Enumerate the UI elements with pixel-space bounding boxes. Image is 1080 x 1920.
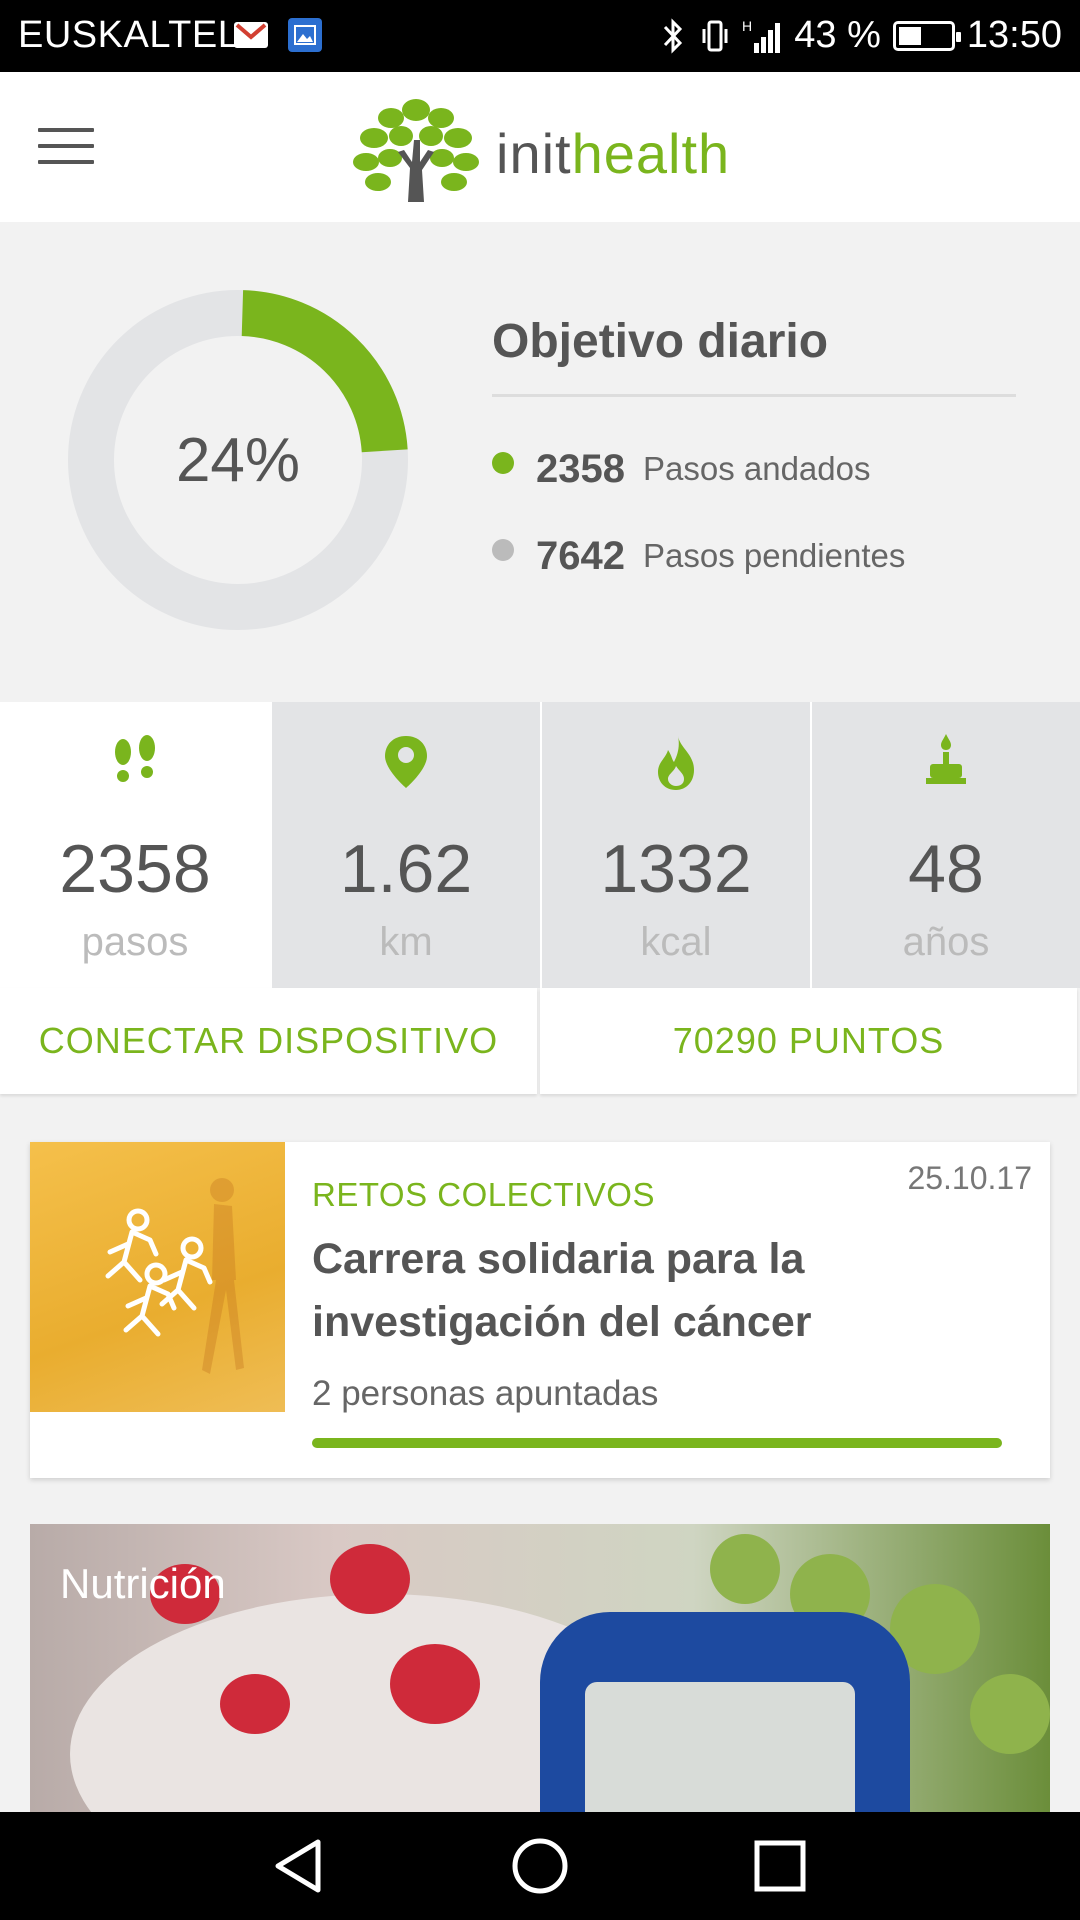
- stat-distance-unit: km: [379, 920, 433, 964]
- objective-divider: [492, 394, 1016, 397]
- signal-icon: H: [742, 18, 781, 53]
- glucose-meter-photo: [540, 1612, 910, 1812]
- challenge-progress-fill: [312, 1438, 1002, 1448]
- stat-age-value: 48: [908, 831, 984, 907]
- clock: 13:50: [966, 14, 1062, 56]
- pending-steps-label: Pasos pendientes: [642, 537, 906, 574]
- stat-steps[interactable]: 2358 pasos: [0, 702, 270, 988]
- flame-icon: [542, 732, 810, 792]
- app-header: inithealth: [0, 72, 1080, 222]
- points-button[interactable]: 70290 PUNTOS: [540, 988, 1077, 1094]
- status-icons: H 43 % 13:50: [658, 14, 1062, 57]
- gallery-icon: [288, 18, 322, 52]
- pending-dot-icon: [492, 539, 514, 561]
- nutrition-card[interactable]: Nutrición: [30, 1524, 1050, 1812]
- stat-steps-value: 2358: [59, 831, 211, 907]
- walked-steps-label: Pasos andados: [642, 450, 871, 487]
- stat-calories[interactable]: 1332 kcal: [540, 702, 810, 988]
- stat-steps-unit: pasos: [81, 920, 189, 964]
- battery-fill: [898, 26, 921, 45]
- logo-init-text: init: [496, 121, 572, 185]
- challenge-image: [30, 1142, 285, 1412]
- location-pin-icon: [272, 732, 540, 792]
- pending-steps-row: 7642 Pasos pendientes: [492, 531, 905, 581]
- status-bar: EUSKALTEL H 43 % 13:50: [0, 0, 1080, 72]
- vibrate-icon: [702, 20, 728, 51]
- bluetooth-icon: [664, 17, 683, 54]
- challenge-participants: 2 personas apuntadas: [312, 1374, 659, 1413]
- carrier-name: EUSKALTEL: [18, 14, 240, 56]
- gmail-icon: [234, 22, 268, 48]
- walked-dot-icon: [492, 452, 514, 474]
- signal-type-label: H: [742, 18, 752, 34]
- objective-title: Objetivo diario: [492, 315, 829, 368]
- initihealth-logo: inithealth: [346, 90, 730, 210]
- runners-icon: [105, 1208, 213, 1337]
- home-circle-icon[interactable]: [510, 1836, 570, 1896]
- challenge-date: 25.10.17: [907, 1160, 1032, 1196]
- stats-row: 2358 pasos 1.62 km 1332 kcal 48 años: [0, 702, 1080, 988]
- pending-steps-value: 7642: [536, 533, 625, 578]
- actions-row: CONECTAR DISPOSITIVO 70290 PUNTOS: [0, 988, 1080, 1094]
- connect-device-button[interactable]: CONECTAR DISPOSITIVO: [0, 988, 537, 1094]
- walked-steps-row: 2358 Pasos andados: [492, 444, 871, 494]
- challenge-progress-track: [312, 1438, 1002, 1448]
- walked-steps-value: 2358: [536, 446, 625, 491]
- back-triangle-icon[interactable]: [270, 1836, 330, 1896]
- footsteps-icon: [0, 732, 270, 792]
- battery-percent: 43 %: [794, 14, 881, 56]
- challenge-category: RETOS COLECTIVOS: [312, 1176, 655, 1213]
- challenge-card[interactable]: RETOS COLECTIVOS 25.10.17 Carrera solida…: [30, 1142, 1050, 1478]
- donut-percent-label: 24%: [175, 425, 301, 495]
- stat-calories-value: 1332: [600, 831, 752, 907]
- challenge-title: Carrera solidaria para la investigación …: [312, 1235, 812, 1346]
- stat-age-unit: años: [902, 920, 990, 964]
- stat-age[interactable]: 48 años: [810, 702, 1080, 988]
- battery-icon: [892, 20, 961, 51]
- navigation-bar: [0, 1812, 1080, 1920]
- stat-distance-value: 1.62: [339, 831, 473, 907]
- stat-distance[interactable]: 1.62 km: [270, 702, 540, 988]
- recents-square-icon[interactable]: [750, 1836, 810, 1896]
- stat-calories-unit: kcal: [640, 920, 712, 964]
- tree-logo-icon: [353, 99, 479, 202]
- birthday-cake-icon: [812, 732, 1080, 792]
- daily-objective-section: 24% Objetivo diario 2358 Pasos andados 7…: [0, 222, 1080, 702]
- hamburger-menu-icon[interactable]: [38, 128, 94, 166]
- nutrition-label: Nutrición: [60, 1560, 226, 1607]
- logo-health-text: health: [571, 121, 731, 185]
